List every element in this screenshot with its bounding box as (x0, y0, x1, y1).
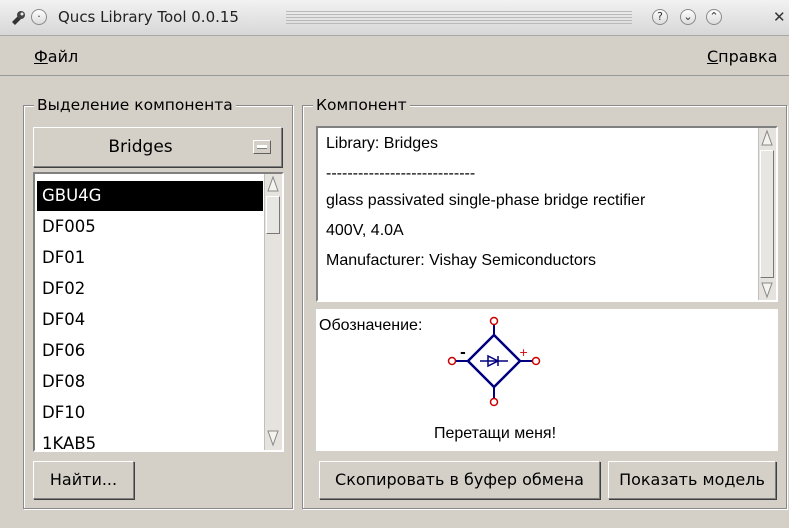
menu-file[interactable]: Файл (34, 47, 78, 66)
info-line: Manufacturer: Vishay Semiconductors (326, 252, 597, 269)
info-line: glass passivated single-phase bridge rec… (326, 192, 646, 209)
component-info-text[interactable]: Library: Bridges -----------------------… (316, 126, 778, 302)
library-combobox[interactable]: Bridges (33, 127, 282, 167)
window-menu-icon[interactable]: · (31, 9, 47, 25)
scroll-up-icon[interactable] (760, 129, 774, 147)
list-item[interactable]: DF04 (37, 305, 263, 335)
symbol-label: Обозначение: (319, 317, 423, 334)
minus-sign: - (460, 345, 466, 361)
menu-file-label: айл (47, 47, 79, 66)
selection-group-title: Выделение компонента (34, 95, 236, 115)
info-line: Library: Bridges (326, 135, 439, 152)
bridge-rectifier-symbol[interactable]: - + (446, 313, 542, 411)
maximize-icon[interactable]: ⌃ (706, 9, 722, 25)
search-button[interactable]: Найти... (33, 461, 134, 499)
title-decoration (286, 11, 632, 25)
info-line: 400V, 4.0A (326, 222, 404, 239)
scroll-up-icon[interactable] (266, 175, 280, 193)
list-item[interactable]: DF06 (37, 336, 263, 366)
scroll-down-icon[interactable] (266, 429, 280, 447)
list-item[interactable]: DF01 (37, 243, 263, 273)
list-item[interactable]: DF08 (37, 367, 263, 397)
show-model-button[interactable]: Показать модель (608, 461, 776, 499)
component-list[interactable]: GBU4G DF005 DF01 DF02 DF04 DF06 DF08 DF1… (33, 172, 284, 452)
help-icon[interactable]: ? (652, 9, 668, 25)
info-line: ---------------------------- (326, 165, 476, 182)
list-item[interactable]: 1KAB5 (37, 429, 263, 450)
component-list-scrollbar[interactable] (264, 174, 282, 450)
info-scrollbar[interactable] (758, 128, 776, 300)
window-title: Qucs Library Tool 0.0.15 (58, 8, 239, 26)
combobox-dropdown-icon[interactable] (253, 140, 271, 154)
symbol-preview[interactable]: Обозначение: - + Перетащи меня! (316, 309, 778, 451)
scroll-down-icon[interactable] (760, 281, 774, 299)
component-group-title: Компонент (313, 95, 410, 115)
list-item[interactable]: DF005 (37, 212, 263, 242)
list-item[interactable]: DF02 (37, 274, 263, 304)
title-bar[interactable]: · Qucs Library Tool 0.0.15 ? ⌄ ⌃ ✕ (0, 0, 789, 36)
scrollbar-thumb[interactable] (760, 150, 774, 278)
list-item[interactable]: GBU4G (37, 181, 263, 211)
close-icon[interactable]: ✕ (773, 8, 786, 26)
plus-sign: + (519, 346, 528, 359)
list-item[interactable]: DF10 (37, 398, 263, 428)
menu-help-label: правка (718, 47, 778, 66)
minimize-icon[interactable]: ⌄ (680, 9, 696, 25)
menu-file-mnemonic: Ф (34, 47, 48, 66)
menu-help[interactable]: Справка (707, 47, 778, 66)
app-icon[interactable] (9, 8, 29, 28)
menu-bar: Файл Справка (0, 36, 789, 76)
copy-to-clipboard-button[interactable]: Скопировать в буфер обмена (319, 461, 600, 499)
drag-hint: Перетащи меня! (433, 425, 557, 442)
scrollbar-thumb[interactable] (266, 196, 280, 234)
library-combobox-value: Bridges (108, 137, 173, 157)
menu-help-mnemonic: С (707, 47, 719, 66)
